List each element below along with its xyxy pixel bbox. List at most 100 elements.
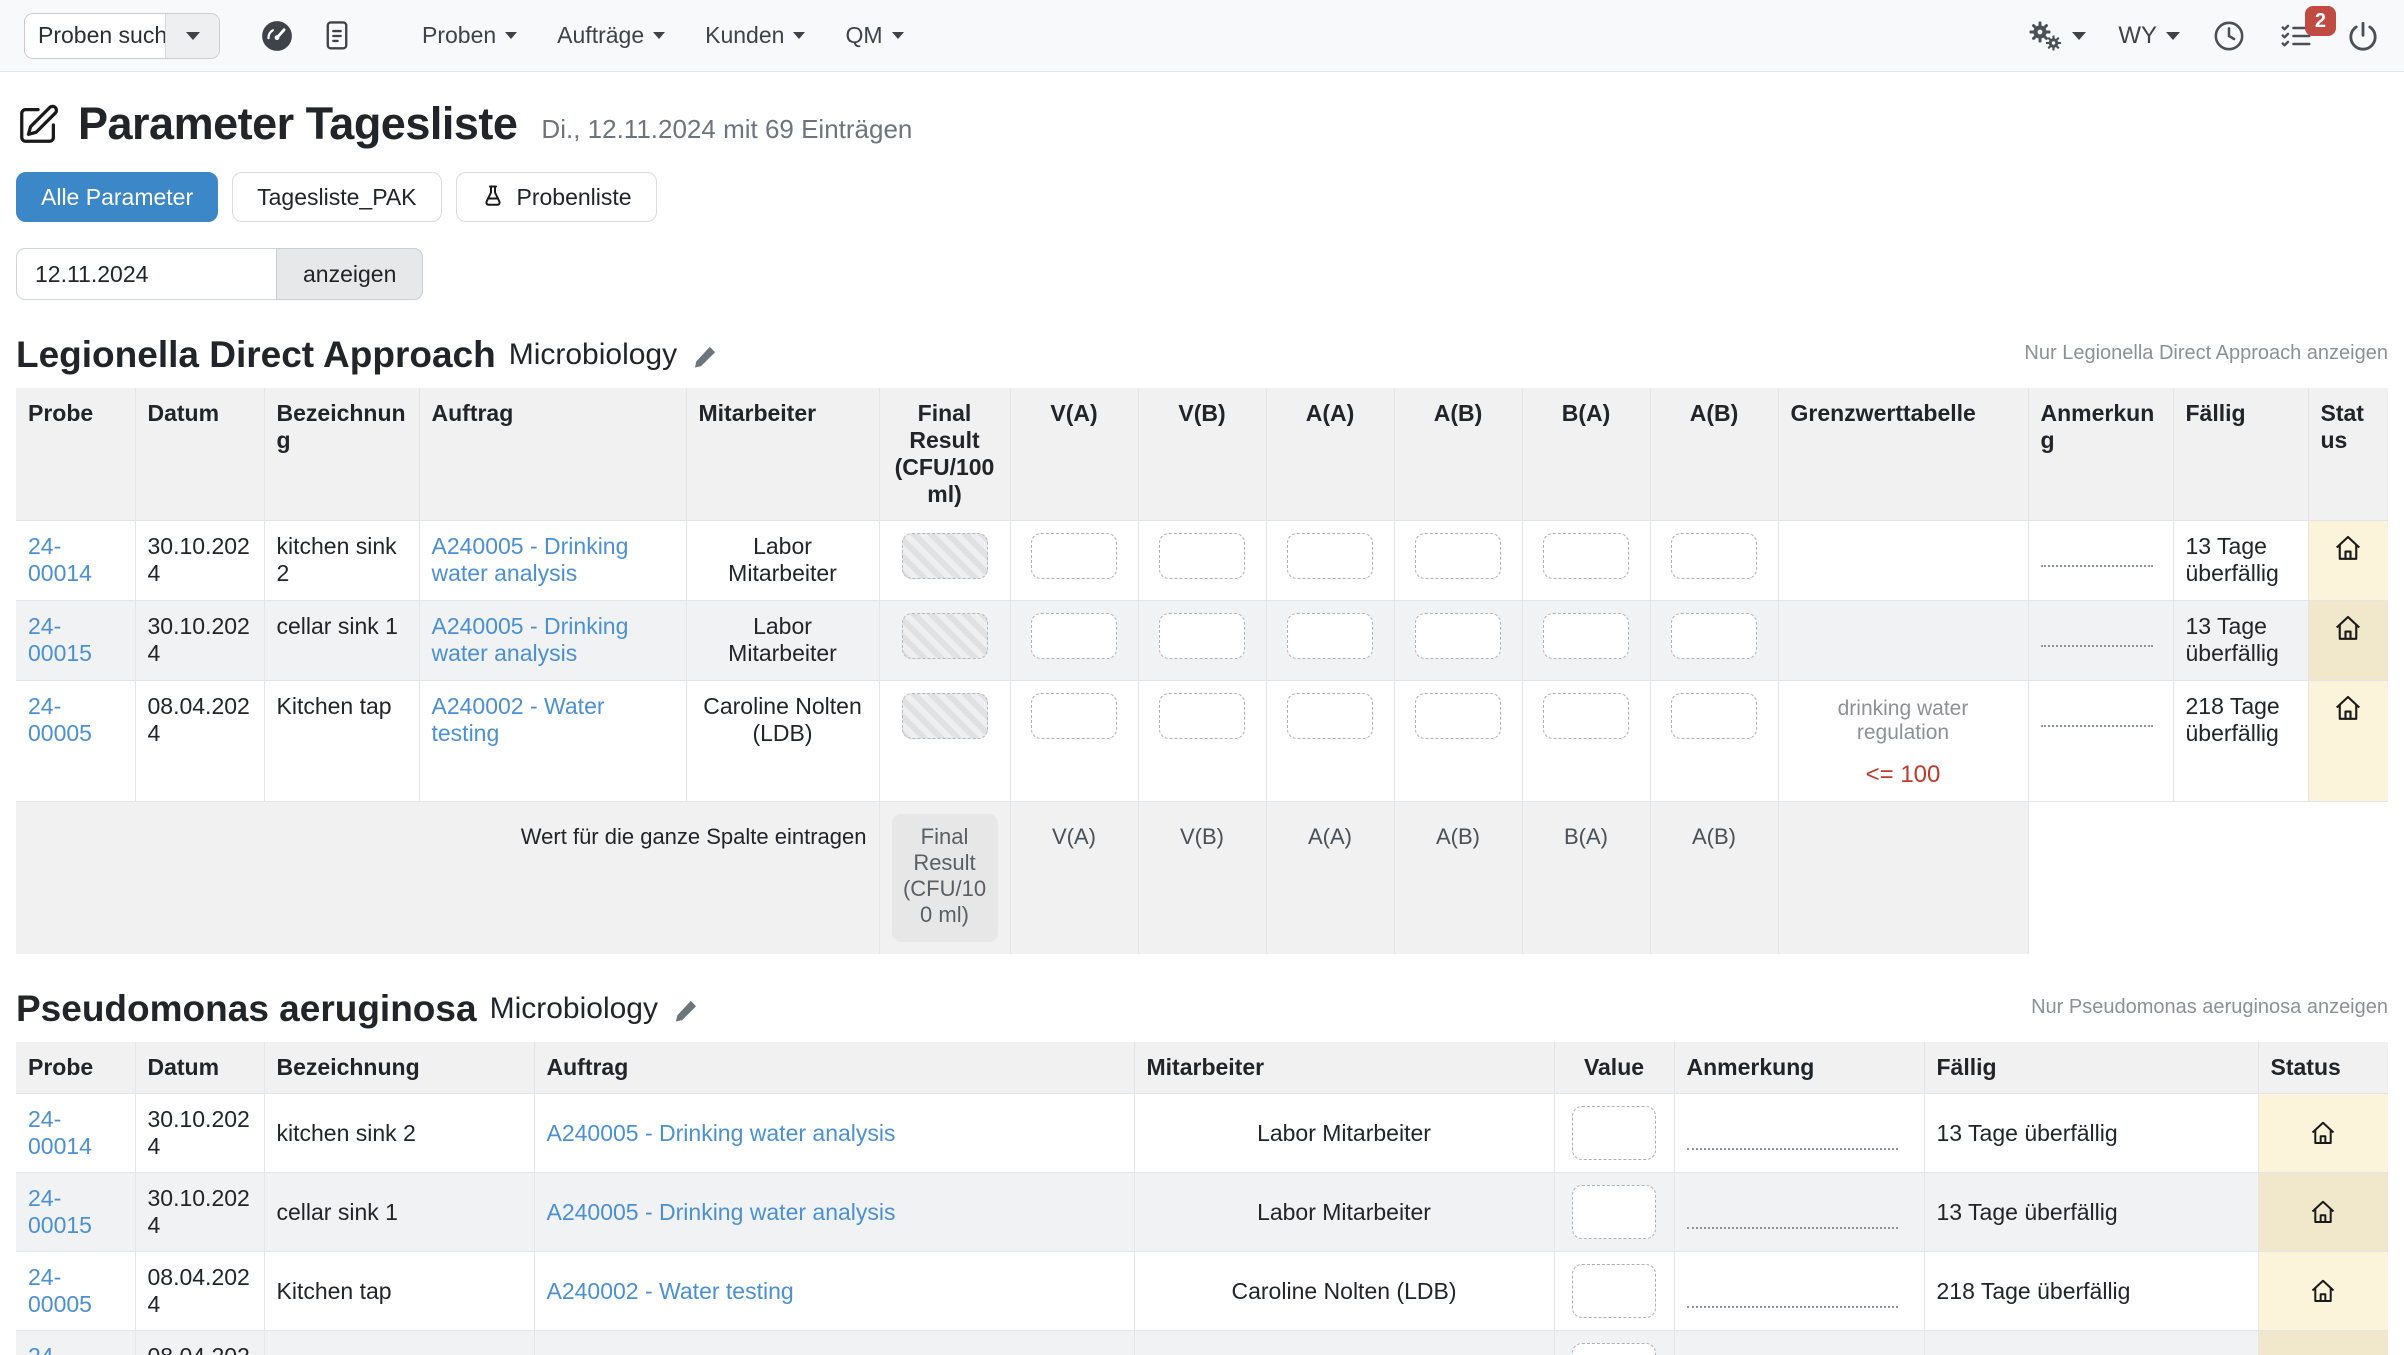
aa-input[interactable] <box>1287 533 1373 579</box>
ab-input[interactable] <box>1415 533 1501 579</box>
tachometer-icon[interactable] <box>260 19 294 53</box>
ab2-input[interactable] <box>1671 693 1757 739</box>
home-icon[interactable] <box>2321 613 2377 643</box>
anzeigen-button[interactable]: anzeigen <box>276 248 423 300</box>
va-input[interactable] <box>1031 613 1117 659</box>
probe-link[interactable]: 24-00015 <box>28 613 92 666</box>
faellig-cell: 13 Tage überfällig <box>1924 1094 2258 1173</box>
top-navbar: Proben Aufträge Kunden QM <box>0 0 2404 72</box>
auftrag-link[interactable]: A240005 - Drinking water analysis <box>432 613 629 666</box>
home-icon[interactable] <box>2271 1277 2377 1305</box>
auftrag-link[interactable]: A240005 - Drinking water analysis <box>432 533 629 586</box>
status-cell <box>2308 681 2388 802</box>
chevron-down-icon <box>892 32 904 39</box>
sample-search-group <box>24 13 220 59</box>
table-row: 24-00007 08.04.2024 sampling tap A240002… <box>16 1331 2388 1355</box>
status-cell <box>2258 1331 2388 1355</box>
vb-input[interactable] <box>1159 613 1245 659</box>
ab2-input[interactable] <box>1671 533 1757 579</box>
user-menu[interactable]: WY <box>2118 22 2180 50</box>
value-input[interactable] <box>1572 1106 1656 1160</box>
auftrag-link[interactable]: A240002 - Water testing <box>547 1278 794 1304</box>
power-icon[interactable] <box>2346 19 2380 53</box>
aa-column-button[interactable]: A(A) <box>1266 802 1394 955</box>
clock-icon[interactable] <box>2212 19 2246 53</box>
filter-alle-parameter-button[interactable]: Alle Parameter <box>16 172 218 222</box>
anmerkung-field[interactable] <box>2041 613 2154 647</box>
ab2-column-button[interactable]: A(B) <box>1650 802 1778 955</box>
notification-badge: 2 <box>2305 6 2336 36</box>
document-icon[interactable] <box>322 20 352 52</box>
chevron-down-icon <box>2072 32 2086 40</box>
section2-category: Microbiology <box>490 992 658 1026</box>
ba-column-button[interactable]: B(A) <box>1522 802 1650 955</box>
final-result-input-disabled <box>902 693 988 739</box>
faellig-cell: 218 Tage überfällig <box>1924 1331 2258 1355</box>
home-icon[interactable] <box>2321 533 2377 563</box>
faellig-cell: 13 Tage überfällig <box>2173 521 2308 601</box>
probe-link[interactable]: 24-00005 <box>28 1264 92 1317</box>
search-dropdown-button[interactable] <box>165 14 219 58</box>
aa-input[interactable] <box>1287 613 1373 659</box>
menu-kunden[interactable]: Kunden <box>705 22 805 49</box>
probe-link[interactable]: 24-00014 <box>28 533 92 586</box>
vb-column-button[interactable]: V(B) <box>1138 802 1266 955</box>
va-column-button[interactable]: V(A) <box>1010 802 1138 955</box>
vb-input[interactable] <box>1159 533 1245 579</box>
home-icon[interactable] <box>2271 1119 2377 1147</box>
anmerkung-field[interactable] <box>1687 1195 1899 1229</box>
search-input[interactable] <box>25 14 165 58</box>
table-row: 24-00014 30.10.2024 kitchen sink 2 A2400… <box>16 521 2388 601</box>
pencil-icon[interactable] <box>672 998 699 1025</box>
auftrag-link[interactable]: A240002 - Water testing <box>432 693 605 746</box>
filter-tagesliste-pak-button[interactable]: Tagesliste_PAK <box>232 172 441 222</box>
menu-auftraege[interactable]: Aufträge <box>557 22 665 49</box>
page-subtitle: Di., 12.11.2024 mit 69 Einträgen <box>541 114 912 145</box>
ba-input[interactable] <box>1543 693 1629 739</box>
ab-input[interactable] <box>1415 693 1501 739</box>
table-row: 24-00015 30.10.2024 cellar sink 1 A24000… <box>16 1173 2388 1252</box>
home-icon[interactable] <box>2321 693 2377 723</box>
auftrag-link[interactable]: A240005 - Drinking water analysis <box>547 1120 896 1146</box>
aa-input[interactable] <box>1287 693 1373 739</box>
flask-icon <box>481 183 505 211</box>
table-header-row: Probe Datum Bezeichnung Auftrag Mitarbei… <box>16 388 2388 521</box>
anmerkung-field[interactable] <box>2041 533 2154 567</box>
menu-proben[interactable]: Proben <box>422 22 517 49</box>
settings-menu[interactable] <box>2025 19 2086 53</box>
final-result-column-button[interactable]: Final Result (CFU/100 ml) <box>892 814 998 942</box>
status-cell <box>2308 521 2388 601</box>
edit-square-icon <box>16 101 62 147</box>
status-cell <box>2258 1094 2388 1173</box>
probe-link[interactable]: 24-00014 <box>28 1106 92 1159</box>
value-input[interactable] <box>1572 1185 1656 1239</box>
ba-input[interactable] <box>1543 613 1629 659</box>
tasks-menu[interactable]: 2 <box>2278 20 2314 52</box>
ba-input[interactable] <box>1543 533 1629 579</box>
anmerkung-field[interactable] <box>2041 693 2154 727</box>
va-input[interactable] <box>1031 693 1117 739</box>
ab2-input[interactable] <box>1671 613 1757 659</box>
chevron-down-icon <box>653 32 665 39</box>
probenliste-button[interactable]: Probenliste <box>456 172 657 222</box>
table-row: 24-00014 30.10.2024 kitchen sink 2 A2400… <box>16 1094 2388 1173</box>
probe-link[interactable]: 24-00007 <box>28 1343 92 1355</box>
date-input[interactable] <box>16 248 276 300</box>
value-input[interactable] <box>1572 1264 1656 1318</box>
home-icon[interactable] <box>2271 1198 2377 1226</box>
menu-qm[interactable]: QM <box>845 22 903 49</box>
ab-column-button[interactable]: A(B) <box>1394 802 1522 955</box>
vb-input[interactable] <box>1159 693 1245 739</box>
value-input[interactable] <box>1572 1343 1656 1355</box>
va-input[interactable] <box>1031 533 1117 579</box>
only-legionella-link[interactable]: Nur Legionella Direct Approach anzeigen <box>2024 342 2388 365</box>
anmerkung-field[interactable] <box>1687 1274 1899 1308</box>
probe-link[interactable]: 24-00005 <box>28 693 92 746</box>
anmerkung-field[interactable] <box>1687 1116 1899 1150</box>
auftrag-link[interactable]: A240005 - Drinking water analysis <box>547 1199 896 1225</box>
only-pseudomonas-link[interactable]: Nur Pseudomonas aeruginosa anzeigen <box>2031 996 2388 1019</box>
table-row: 24-00005 08.04.2024 Kitchen tap A240002 … <box>16 681 2388 802</box>
pencil-icon[interactable] <box>691 344 718 371</box>
probe-link[interactable]: 24-00015 <box>28 1185 92 1238</box>
ab-input[interactable] <box>1415 613 1501 659</box>
